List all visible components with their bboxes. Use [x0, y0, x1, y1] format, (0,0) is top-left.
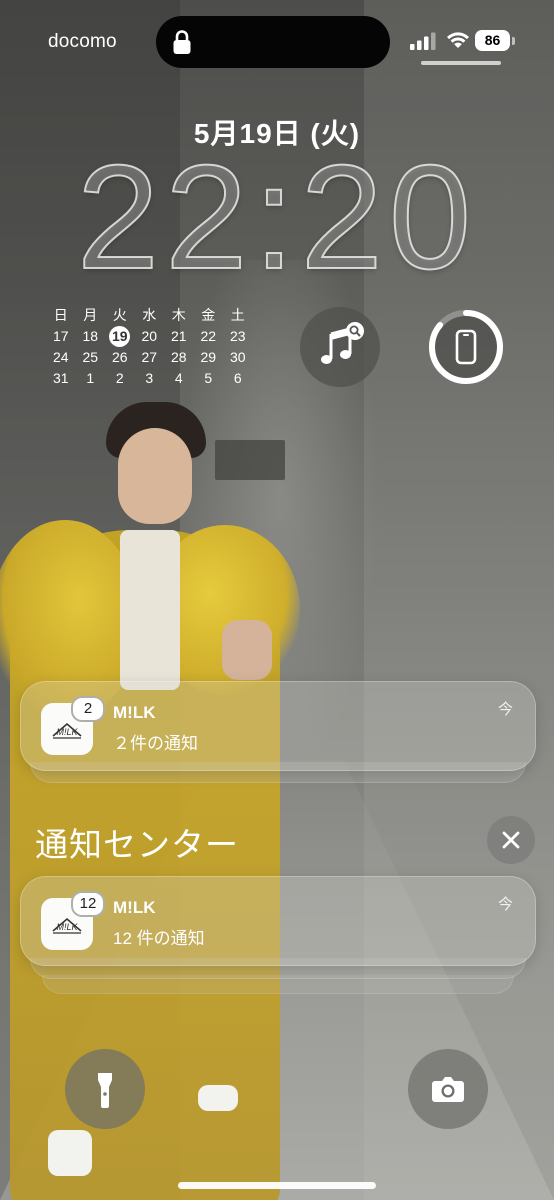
music-recognition-widget[interactable] [300, 307, 380, 387]
today-marker: 19 [109, 326, 131, 347]
calendar-day: 29 [200, 349, 217, 365]
calendar-day: 17 [52, 328, 69, 344]
control-center-hint[interactable] [421, 61, 501, 65]
milk-app-icon: M!LK 12 [41, 891, 105, 950]
camera-icon [432, 1077, 464, 1102]
wifi-icon [447, 32, 469, 48]
notification-count-badge: 2 [71, 696, 105, 722]
calendar-day: 27 [141, 349, 158, 365]
carrier-label: docomo [48, 31, 117, 52]
calendar-day: 6 [233, 370, 242, 386]
battery-indicator: 86 [475, 30, 510, 51]
person-face [118, 428, 192, 524]
weekday-label: 日 [53, 307, 68, 323]
calendar-day-today: 19 [105, 326, 135, 347]
calendar-day: 26 [111, 349, 128, 365]
calendar-day: 1 [86, 370, 95, 386]
milk-app-icon: M!LK 2 [41, 696, 105, 755]
close-icon [502, 831, 520, 849]
calendar-day: 4 [174, 370, 183, 386]
lock-clock: 22:20 [76, 135, 478, 300]
calendar-day: 30 [229, 349, 246, 365]
person-boot-right [198, 1085, 238, 1111]
person-hand [222, 620, 272, 680]
calendar-day: 18 [82, 328, 99, 344]
iphone-battery-ring-icon [429, 310, 503, 384]
lock-icon [173, 30, 191, 54]
notification-time: 今 [497, 701, 513, 718]
notification-app-name: M!LK [113, 703, 156, 722]
weekday-label: 土 [230, 307, 245, 323]
svg-text:M!LK: M!LK [56, 922, 78, 932]
calendar-day: 28 [170, 349, 187, 365]
calendar-day: 5 [204, 370, 213, 386]
calendar-day: 21 [170, 328, 187, 344]
calendar-day: 25 [82, 349, 99, 365]
hallway-sign [215, 440, 285, 480]
calendar-day: 22 [200, 328, 217, 344]
music-search-icon [321, 322, 364, 364]
weekday-label: 水 [142, 307, 157, 323]
weekday-label: 木 [171, 307, 186, 323]
calendar-widget[interactable]: 日 月 火 水 木 金 土 17 18 19 20 21 22 23 24 25… [46, 306, 256, 388]
device-battery-widget[interactable] [426, 307, 506, 387]
cellular-signal-icon [410, 32, 436, 50]
camera-button[interactable] [408, 1049, 488, 1129]
calendar-day: 3 [145, 370, 154, 386]
calendar-day: 24 [52, 349, 69, 365]
notification-body: ２件の通知 [113, 734, 198, 753]
notification-center-title: 通知センター [35, 826, 239, 863]
notification-time: 今 [497, 896, 513, 913]
person-boot-left [48, 1130, 92, 1176]
weekday-label: 金 [201, 307, 216, 323]
notification-body: 12 件の通知 [113, 929, 205, 948]
notification-center-milk-group[interactable]: M!LK 12 M!LK 12 件の通知 今 [20, 876, 536, 966]
notification-count-badge: 12 [71, 891, 105, 917]
clear-notifications-button[interactable] [487, 816, 535, 864]
weekday-label: 月 [83, 307, 98, 323]
home-indicator[interactable] [178, 1182, 376, 1189]
notification-milk-group[interactable]: M!LK 2 M!LK ２件の通知 今 [20, 681, 536, 771]
calendar-day: 20 [141, 328, 158, 344]
calendar-day: 31 [52, 370, 69, 386]
flashlight-icon [98, 1073, 112, 1108]
notification-app-name: M!LK [113, 898, 156, 917]
battery-tip [512, 37, 515, 45]
flashlight-button[interactable] [65, 1049, 145, 1129]
weekday-label: 火 [112, 307, 127, 323]
svg-text:M!LK: M!LK [56, 727, 78, 737]
calendar-day: 2 [115, 370, 124, 386]
calendar-day: 23 [229, 328, 246, 344]
dynamic-island [156, 16, 390, 68]
person-shirt [120, 530, 180, 690]
